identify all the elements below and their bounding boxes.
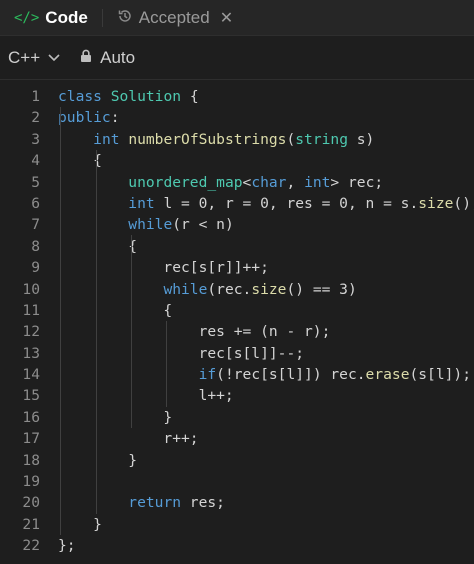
line-number: 22 <box>22 537 40 555</box>
code-text: return res; <box>128 494 225 512</box>
code-text: class Solution { <box>58 88 199 105</box>
code-line: 10 while(rec.size() == 3) <box>0 279 474 300</box>
code-line: 13 rec[s[l]]--; <box>0 343 474 364</box>
code-line: 8 { <box>0 236 474 257</box>
language-label: C++ <box>8 47 41 67</box>
code-text: while(rec.size() == 3) <box>163 280 357 298</box>
line-number: 18 <box>22 451 40 469</box>
code-text: } <box>58 408 173 426</box>
line-number: 9 <box>31 259 40 277</box>
code-icon: </> <box>14 9 40 26</box>
code-text: rec[s[l]]--; <box>58 344 305 362</box>
line-number: 1 <box>31 88 40 105</box>
tab-divider <box>101 8 103 27</box>
line-number: 6 <box>31 194 40 212</box>
line-number: 7 <box>31 216 40 234</box>
line-number: 3 <box>31 130 40 148</box>
code-text: { <box>58 301 173 319</box>
line-number: 11 <box>22 301 40 319</box>
code-text: } <box>58 451 138 469</box>
code-line: 22}; <box>0 535 474 556</box>
code-line: 6 int l = 0, r = 0, res = 0, n = s.size(… <box>0 193 474 214</box>
tab-bar: </> Code Accepted ✕ <box>0 0 474 36</box>
code-text: public: <box>58 109 120 127</box>
code-line: 9 rec[s[r]]++; <box>0 257 474 278</box>
code-line: 7 while(r < n) <box>0 214 474 235</box>
chevron-down-icon <box>48 51 60 65</box>
tab-accepted-label: Accepted <box>138 7 210 27</box>
line-number: 19 <box>22 473 40 491</box>
tab-code[interactable]: </> Code <box>8 0 94 35</box>
auto-label: Auto <box>100 47 136 67</box>
code-line: 20 return res; <box>0 492 474 513</box>
code-text: if(!rec[s[l]]) rec.erase(s[l]); <box>198 366 471 384</box>
line-number: 8 <box>31 237 40 255</box>
line-number: 14 <box>22 366 40 384</box>
code-line: 3 int numberOfSubstrings(string s) <box>0 129 474 150</box>
tab-accepted[interactable]: Accepted ✕ <box>111 0 239 35</box>
tab-code-label: Code <box>45 7 88 27</box>
code-text: } <box>58 515 102 533</box>
code-text: res += (n - r); <box>58 323 331 341</box>
line-number: 4 <box>31 152 40 170</box>
line-number: 17 <box>22 430 40 448</box>
line-number: 10 <box>22 280 40 298</box>
code-line: 19 <box>0 471 474 492</box>
code-text: int numberOfSubstrings(string s) <box>93 130 375 148</box>
code-text: r++; <box>58 430 199 448</box>
history-icon <box>117 8 133 28</box>
code-line: 12 res += (n - r); <box>0 321 474 342</box>
code-text: while(r < n) <box>128 216 234 234</box>
line-number: 20 <box>22 494 40 512</box>
code-line: 11 { <box>0 300 474 321</box>
code-line: 1 class Solution { <box>0 86 474 107</box>
line-number: 13 <box>22 344 40 362</box>
editor-toolbar: C++ Auto <box>0 36 474 80</box>
code-line: 5 unordered_map<char, int> rec; <box>0 172 474 193</box>
line-number: 5 <box>31 173 40 191</box>
code-line: 17 r++; <box>0 428 474 449</box>
code-text: unordered_map<char, int> rec; <box>128 173 384 191</box>
code-line: 16 } <box>0 407 474 428</box>
code-text: { <box>58 237 138 255</box>
close-icon[interactable]: ✕ <box>220 8 233 28</box>
auto-mode[interactable]: Auto <box>80 48 135 68</box>
lock-icon <box>80 49 92 66</box>
code-line: 4 { <box>0 150 474 171</box>
line-number: 12 <box>22 323 40 341</box>
language-select[interactable]: C++ <box>8 48 60 68</box>
indent-guide <box>60 107 61 535</box>
code-text: int l = 0, r = 0, res = 0, n = s.size(); <box>128 194 474 212</box>
code-line: 18 } <box>0 450 474 471</box>
line-number: 21 <box>22 515 40 533</box>
indent-guide <box>96 150 97 514</box>
line-number: 16 <box>22 408 40 426</box>
code-line: 2 public: <box>0 107 474 128</box>
code-text: }; <box>58 537 76 555</box>
line-number: 2 <box>31 109 40 127</box>
code-text: rec[s[r]]++; <box>58 259 269 277</box>
indent-guide <box>131 235 132 428</box>
code-text: l++; <box>58 387 234 405</box>
code-line: 21 } <box>0 514 474 535</box>
code-line: 14 if(!rec[s[l]]) rec.erase(s[l]); <box>0 364 474 385</box>
line-number: 15 <box>22 387 40 405</box>
code-editor[interactable]: 1 class Solution { 2 public: 3 int numberOfS… <box>0 80 474 557</box>
code-line: 15 l++; <box>0 385 474 406</box>
indent-guide <box>166 321 167 407</box>
